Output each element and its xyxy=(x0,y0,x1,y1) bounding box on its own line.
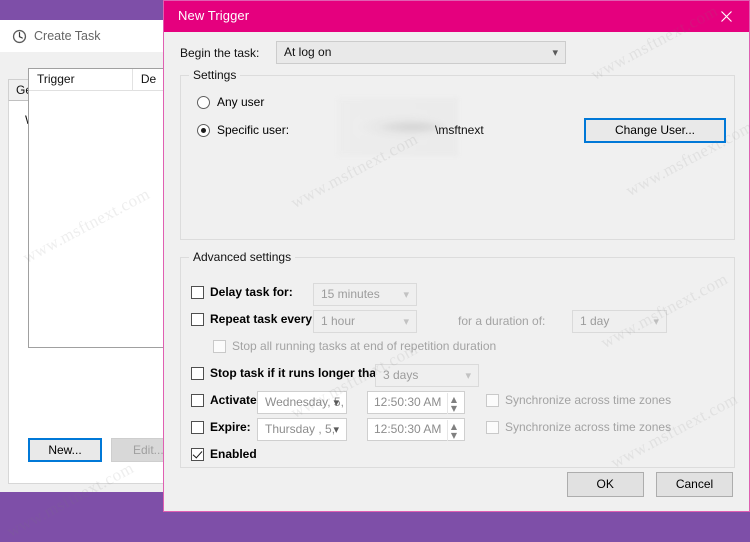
delay-task-value: 15 minutes xyxy=(321,287,380,301)
change-user-button[interactable]: Change User... xyxy=(584,118,726,143)
begin-task-row: Begin the task: At log on ▾ xyxy=(180,41,735,65)
checkbox-icon xyxy=(191,394,204,407)
repeat-task-select: 1 hour ▾ xyxy=(313,310,417,333)
cancel-button[interactable]: Cancel xyxy=(656,472,733,497)
spinner-down-icon: ▼ xyxy=(450,430,458,440)
sync-timezones-expire-label: Synchronize across time zones xyxy=(505,420,672,434)
stop-task-longer-label: Stop task if it runs longer than: xyxy=(210,366,388,380)
duration-label: for a duration of: xyxy=(458,314,546,328)
checkbox-icon xyxy=(191,421,204,434)
settings-group: Settings Any user Specific user: \msftne… xyxy=(180,68,735,240)
chevron-down-icon: ▾ xyxy=(403,288,409,301)
repeat-task-label: Repeat task every: xyxy=(210,312,317,326)
radio-icon xyxy=(197,96,210,109)
column-header-trigger[interactable]: Trigger xyxy=(29,69,133,91)
advanced-settings-group-title: Advanced settings xyxy=(189,250,296,264)
duration-select: 1 day ▾ xyxy=(572,310,667,333)
radio-any-user-label: Any user xyxy=(217,95,265,109)
chevron-down-icon: ▾ xyxy=(333,396,339,409)
expire-date-picker: Thursday , 5, ▾ xyxy=(257,418,347,441)
activate-date-picker: Wednesday, 5, ▾ xyxy=(257,391,347,414)
chevron-down-icon: ▾ xyxy=(465,369,471,382)
settings-group-title: Settings xyxy=(189,68,241,82)
begin-task-value: At log on xyxy=(284,45,332,59)
expire-time-value: 12:50:30 AM xyxy=(374,422,442,436)
dialog-footer: OK Cancel xyxy=(566,472,733,497)
ok-button[interactable]: OK xyxy=(566,472,644,497)
stop-task-longer-select: 3 days ▾ xyxy=(375,364,479,387)
close-icon[interactable] xyxy=(703,1,749,32)
delay-task-label: Delay task for: xyxy=(210,285,293,299)
new-trigger-dialog: New Trigger Begin the task: At log on ▾ … xyxy=(163,0,750,512)
checkbox-icon xyxy=(191,367,204,380)
expire-label: Expire: xyxy=(210,420,251,434)
spinner-up-icon: ▲ xyxy=(450,421,458,431)
activate-date-value: Wednesday, 5, xyxy=(265,395,344,409)
expire-date-value: Thursday , 5, xyxy=(265,422,336,436)
activate-time-value: 12:50:30 AM xyxy=(374,395,442,409)
delay-task-select: 15 minutes ▾ xyxy=(313,283,417,306)
clock-icon xyxy=(12,29,27,44)
duration-value: 1 day xyxy=(580,314,610,328)
dialog-titlebar[interactable]: New Trigger xyxy=(164,1,749,32)
begin-task-label: Begin the task: xyxy=(180,46,260,60)
sync-timezones-activate-label: Synchronize across time zones xyxy=(505,393,672,407)
activate-label: Activate: xyxy=(210,393,261,407)
enabled-label: Enabled xyxy=(210,447,257,461)
spinner-down-icon: ▼ xyxy=(450,403,458,413)
chevron-down-icon: ▾ xyxy=(403,315,409,328)
expire-time-field: 12:50:30 AM ▲ ▼ xyxy=(367,418,465,441)
stop-task-longer-value: 3 days xyxy=(383,368,419,382)
checkbox-icon xyxy=(191,313,204,326)
chevron-down-icon: ▾ xyxy=(552,46,558,59)
spinner-icon: ▲ ▼ xyxy=(447,393,460,414)
radio-specific-user-label: Specific user: xyxy=(217,123,290,137)
begin-task-select[interactable]: At log on ▾ xyxy=(276,41,566,64)
dialog-title: New Trigger xyxy=(178,8,250,23)
spinner-up-icon: ▲ xyxy=(450,394,458,404)
checkbox-icon xyxy=(486,421,499,434)
activate-time-field: 12:50:30 AM ▲ ▼ xyxy=(367,391,465,414)
stop-all-running-tasks-label: Stop all running tasks at end of repetit… xyxy=(232,339,497,353)
chevron-down-icon: ▾ xyxy=(333,423,339,436)
checkbox-icon xyxy=(191,286,204,299)
create-task-title: Create Task xyxy=(34,29,101,43)
repeat-task-value: 1 hour xyxy=(321,314,356,328)
chevron-down-icon: ▾ xyxy=(653,315,659,328)
advanced-settings-group: Advanced settings Delay task for: 15 min… xyxy=(180,250,735,468)
checkbox-icon xyxy=(191,448,204,461)
spinner-icon: ▲ ▼ xyxy=(447,420,460,441)
user-domain-label: \msftnext xyxy=(435,123,484,137)
trigger-actions: New... Edit... xyxy=(28,438,186,462)
checkbox-icon xyxy=(213,340,226,353)
radio-icon xyxy=(197,124,210,137)
new-trigger-button[interactable]: New... xyxy=(28,438,102,462)
checkbox-icon xyxy=(486,394,499,407)
